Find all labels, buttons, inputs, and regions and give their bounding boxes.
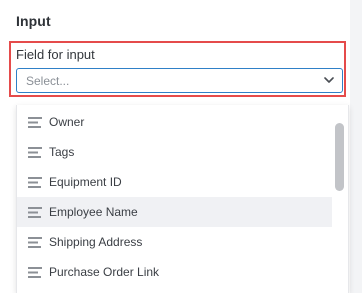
text-lines-icon: [28, 116, 42, 128]
field-select[interactable]: Select...: [16, 68, 343, 93]
section-title: Input: [16, 13, 51, 29]
select-placeholder: Select...: [26, 73, 70, 88]
text-lines-icon: [28, 266, 42, 278]
chevron-down-icon[interactable]: [323, 75, 335, 87]
dropdown-option-employee-name[interactable]: Employee Name: [17, 197, 332, 227]
input-settings-panel: Input Field for input Select... Owner Ta…: [0, 0, 362, 293]
dropdown-option-label: Purchase Order Link: [49, 265, 160, 279]
dropdown-option-label: Tags: [49, 145, 75, 159]
dropdown-option-purchase-order-link[interactable]: Purchase Order Link: [17, 257, 332, 287]
dropdown-option-label: Employee Name: [49, 205, 138, 219]
text-lines-icon: [28, 236, 42, 248]
dropdown-option-equipment-id[interactable]: Equipment ID: [17, 167, 332, 197]
dropdown-option-shipping-address[interactable]: Shipping Address: [17, 227, 332, 257]
dropdown-scrollbar-thumb[interactable]: [335, 123, 344, 191]
text-lines-icon: [28, 146, 42, 158]
select-dropdown-menu: Owner Tags Equipment ID Employee Name Sh: [16, 105, 349, 293]
dropdown-option-tags[interactable]: Tags: [17, 137, 332, 167]
dropdown-option-label: Equipment ID: [49, 175, 122, 189]
dropdown-option-label: Owner: [49, 115, 85, 129]
text-lines-icon: [28, 176, 42, 188]
panel-scroll-track[interactable]: [350, 0, 362, 293]
dropdown-option-owner[interactable]: Owner: [17, 107, 332, 137]
dropdown-option-label: Shipping Address: [49, 235, 143, 249]
field-label: Field for input: [16, 47, 95, 62]
text-lines-icon: [28, 206, 42, 218]
